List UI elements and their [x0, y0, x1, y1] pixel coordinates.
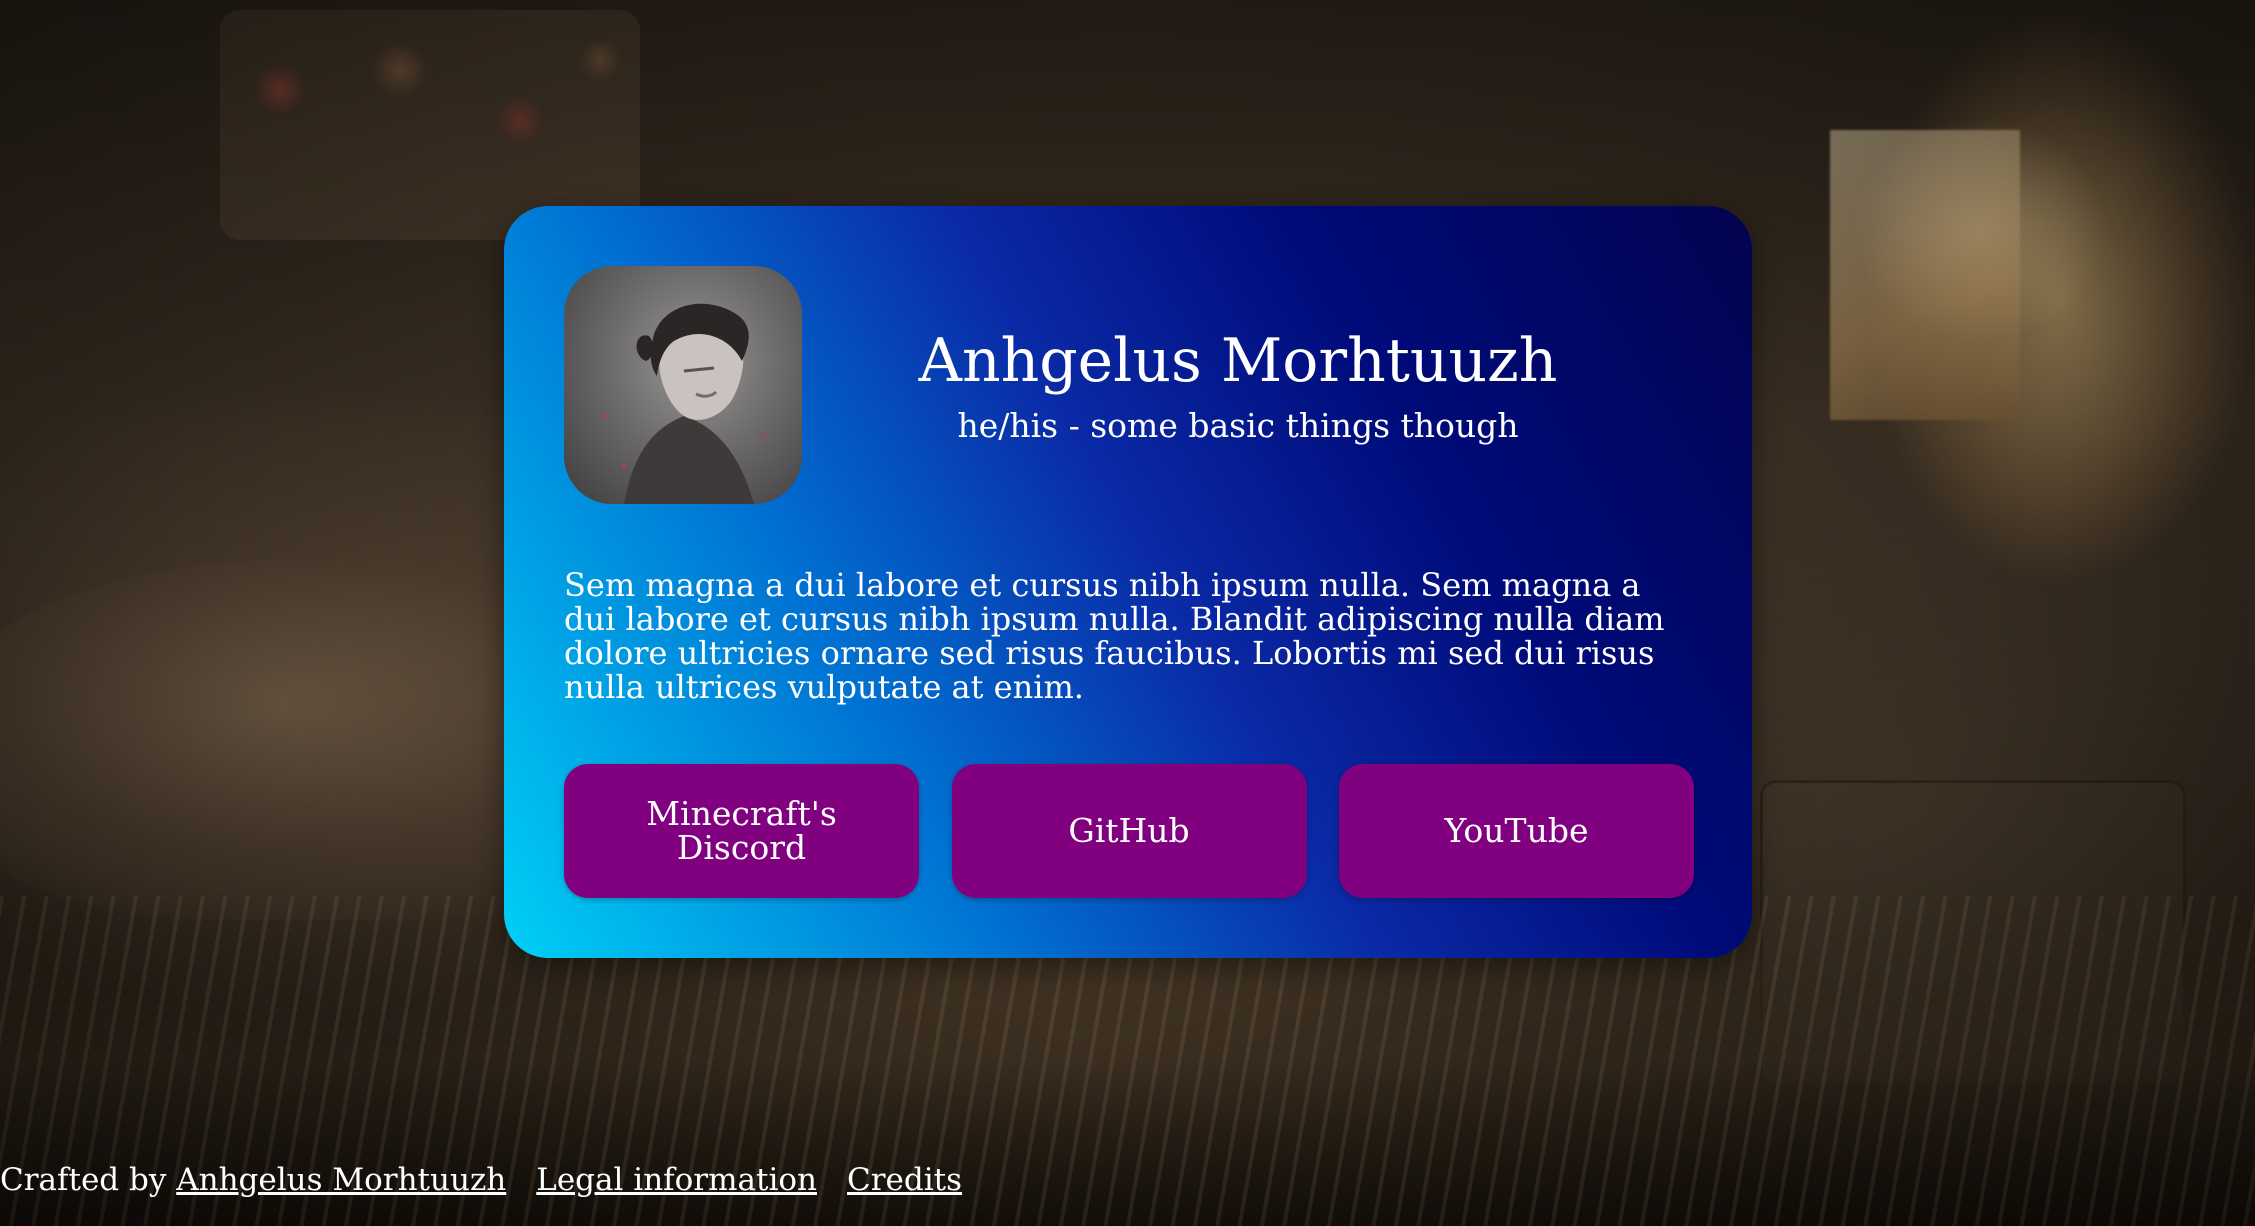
- github-button[interactable]: GitHub: [951, 764, 1307, 898]
- footer-legal-link[interactable]: Legal information: [536, 1162, 817, 1198]
- footer-author-link[interactable]: Anhgelus Morhtuuzh: [176, 1162, 506, 1198]
- profile-card: Anhgelus Morhtuuzh he/his - some basic t…: [504, 206, 1752, 958]
- profile-subtitle: he/his - some basic things though: [957, 406, 1519, 445]
- avatar-portrait: [602, 303, 766, 504]
- link-buttons: Minecraft's Discord GitHub YouTube: [564, 764, 1694, 898]
- footer-crafted-by: Crafted by: [0, 1162, 177, 1198]
- profile-bio: Sem magna a dui labore et cursus nibh ip…: [564, 566, 1665, 706]
- minecraft-discord-button[interactable]: Minecraft's Discord: [564, 764, 919, 898]
- youtube-button[interactable]: YouTube: [1339, 764, 1694, 898]
- profile-name: Anhgelus Morhtuuzh: [918, 326, 1558, 396]
- page: Anhgelus Morhtuuzh he/his - some basic t…: [0, 0, 2255, 1226]
- avatar: [564, 266, 802, 504]
- footer-credits-link[interactable]: Credits: [847, 1162, 962, 1198]
- footer: Crafted by Anhgelus Morhtuuzh Legal infor…: [0, 1160, 962, 1200]
